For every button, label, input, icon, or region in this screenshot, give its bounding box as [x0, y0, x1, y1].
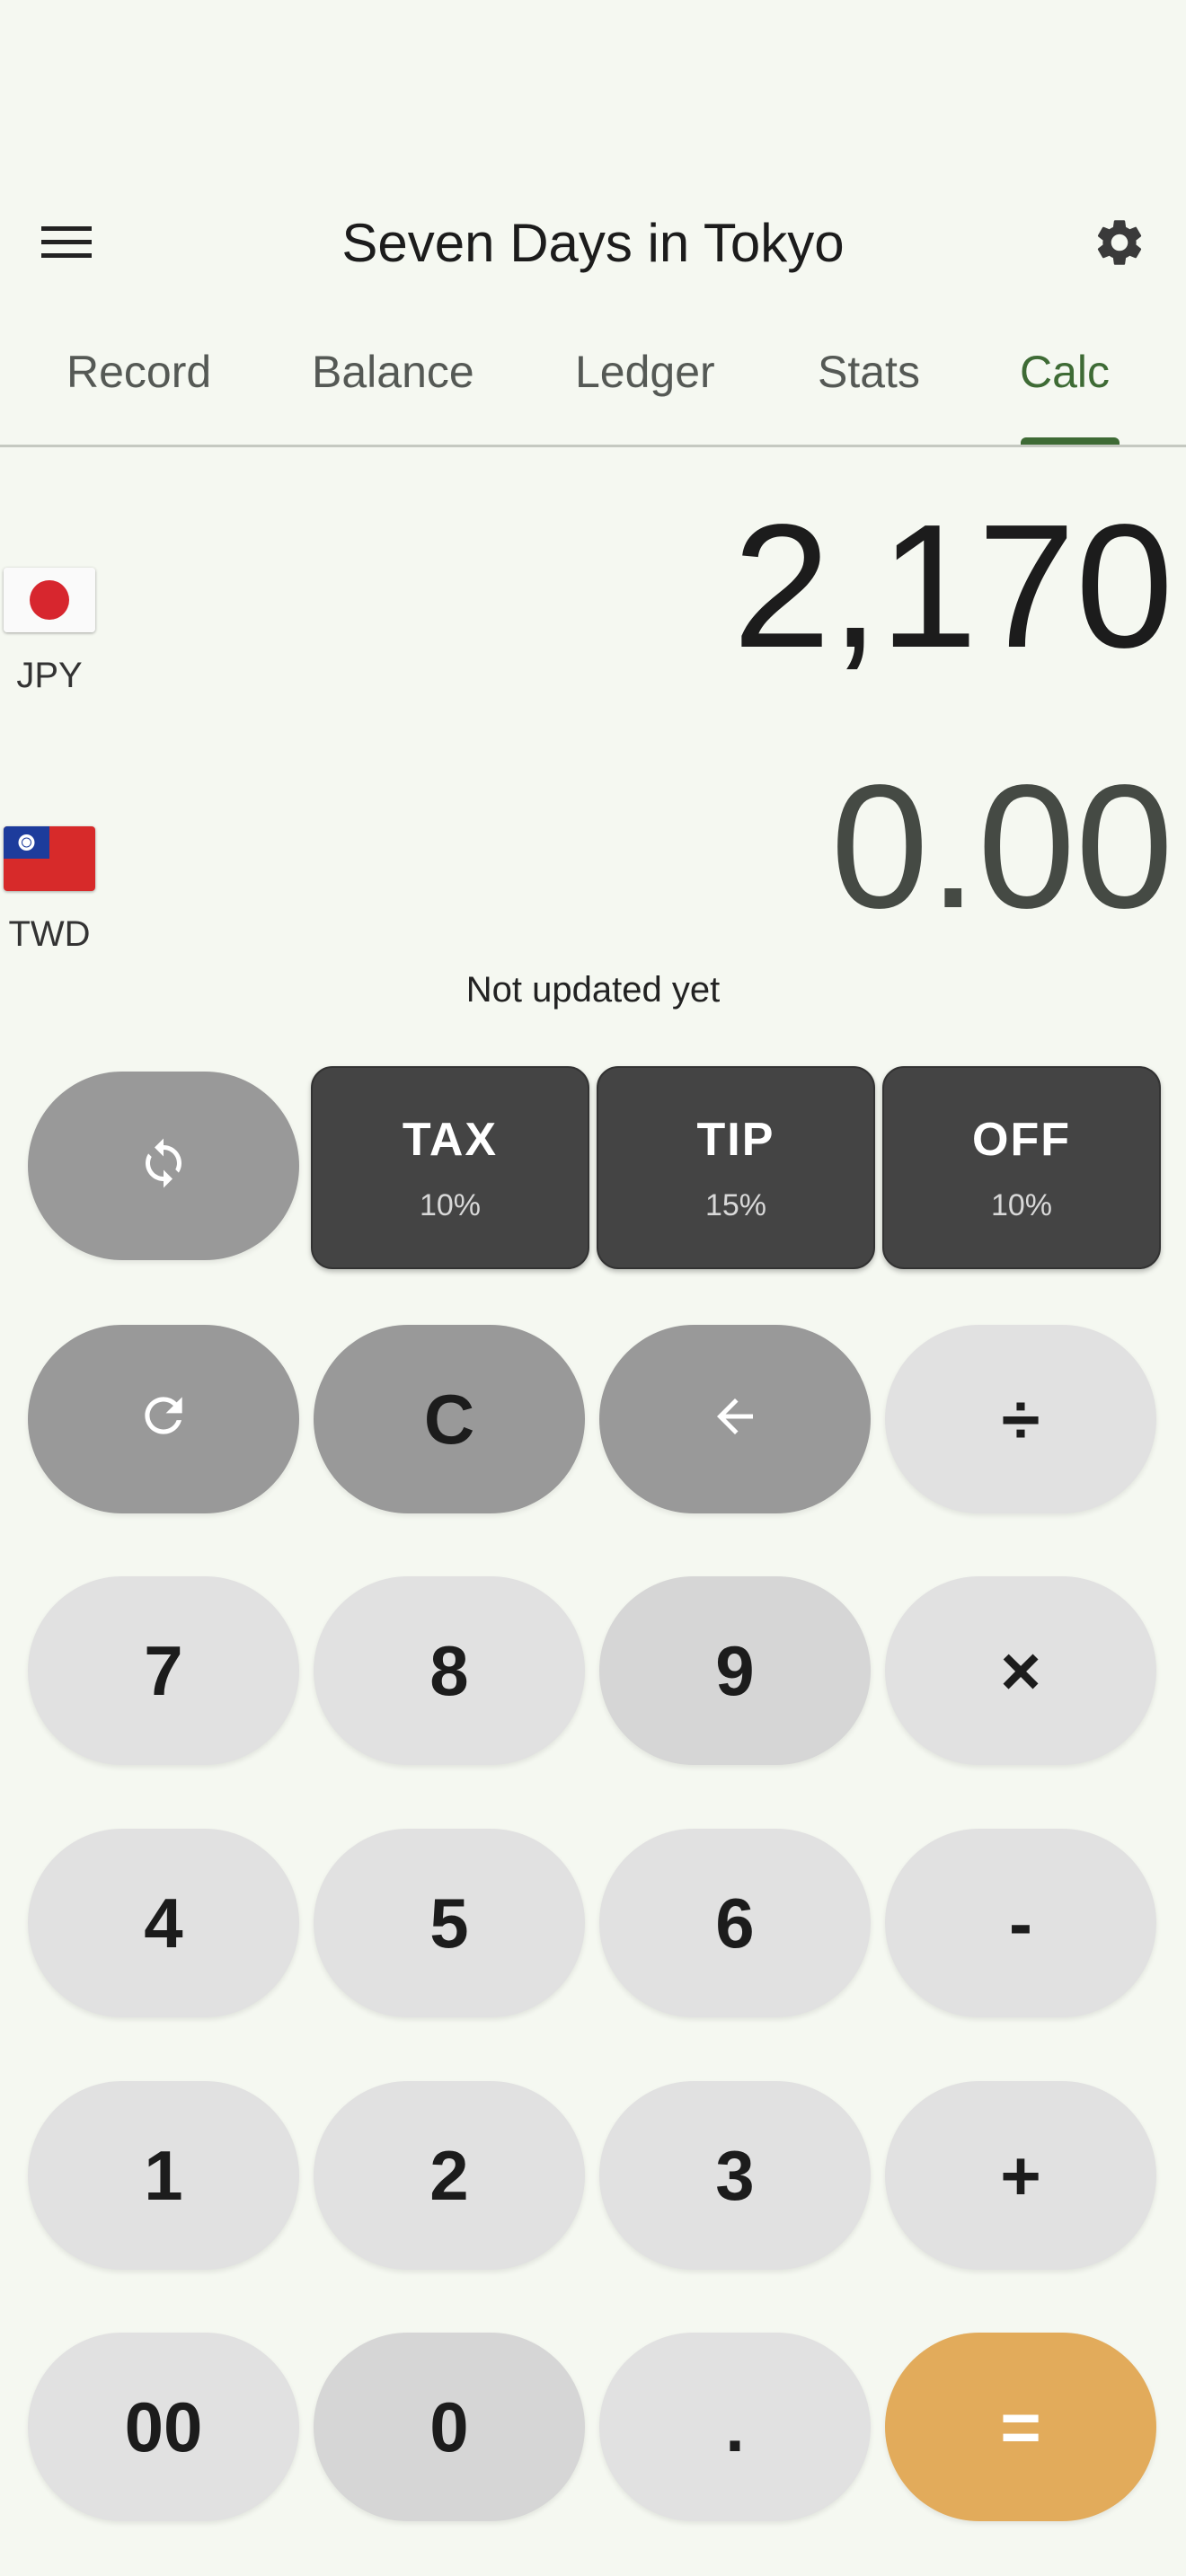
swap-currency-button[interactable]	[28, 1072, 299, 1260]
source-amount-display: 2,170	[732, 488, 1173, 684]
discount-preset-percent: 10%	[990, 1188, 1053, 1222]
tab-bar: Record Balance Ledger Stats Calc	[0, 310, 1186, 447]
target-currency-row: TWD 0.00	[0, 745, 1186, 970]
tab-stats[interactable]: Stats	[818, 346, 920, 398]
taiwan-flag-icon[interactable]	[4, 826, 95, 891]
plus-button[interactable]: +	[885, 2081, 1156, 2270]
tip-preset-label: TIP	[696, 1114, 775, 1166]
digit-6-button[interactable]: 6	[599, 1829, 871, 2017]
digit-4-button[interactable]: 4	[28, 1829, 299, 2017]
multiply-button[interactable]: ×	[885, 1576, 1156, 1765]
tab-calc[interactable]: Calc	[1020, 346, 1110, 398]
tab-balance[interactable]: Balance	[312, 346, 474, 398]
gear-icon	[1092, 215, 1147, 270]
decimal-point-button[interactable]: .	[599, 2333, 871, 2521]
divide-button[interactable]: ÷	[885, 1325, 1156, 1513]
swap-icon	[137, 1125, 190, 1207]
active-tab-indicator	[1021, 437, 1120, 445]
rate-status-text: Not updated yet	[465, 970, 721, 1010]
digit-9-button[interactable]: 9	[599, 1576, 871, 1765]
japan-flag-icon[interactable]	[4, 568, 95, 632]
digit-7-button[interactable]: 7	[28, 1576, 299, 1765]
digit-0-button[interactable]: 0	[314, 2333, 585, 2521]
menu-button[interactable]	[31, 207, 102, 278]
discount-preset-label: OFF	[972, 1114, 1071, 1166]
refresh-icon	[136, 1379, 191, 1460]
digit-2-button[interactable]: 2	[314, 2081, 585, 2270]
menu-icon	[41, 225, 92, 260]
digit-3-button[interactable]: 3	[599, 2081, 871, 2270]
tip-preset-button[interactable]: TIP 15%	[597, 1066, 875, 1269]
app-bar: Seven Days in Tokyo	[0, 180, 1186, 305]
digit-5-button[interactable]: 5	[314, 1829, 585, 2017]
tab-ledger[interactable]: Ledger	[575, 346, 715, 398]
discount-preset-button[interactable]: OFF 10%	[882, 1066, 1161, 1269]
tax-preset-label: TAX	[402, 1114, 499, 1166]
tax-preset-button[interactable]: TAX 10%	[311, 1066, 589, 1269]
digit-1-button[interactable]: 1	[28, 2081, 299, 2270]
tip-preset-percent: 15%	[704, 1188, 767, 1222]
tab-record[interactable]: Record	[66, 346, 211, 398]
minus-button[interactable]: -	[885, 1829, 1156, 2017]
clear-button[interactable]: C	[314, 1325, 585, 1513]
source-currency-code: JPY	[16, 656, 83, 695]
backspace-button[interactable]	[599, 1325, 871, 1513]
target-amount-display: 0.00	[830, 748, 1173, 945]
target-currency-code: TWD	[8, 914, 91, 954]
settings-button[interactable]	[1084, 207, 1155, 278]
refresh-rate-button[interactable]	[28, 1325, 299, 1513]
equals-button[interactable]: =	[885, 2333, 1156, 2521]
page-title: Seven Days in Tokyo	[341, 213, 845, 273]
double-zero-button[interactable]: 00	[28, 2333, 299, 2521]
digit-8-button[interactable]: 8	[314, 1576, 585, 1765]
tax-preset-percent: 10%	[419, 1188, 482, 1222]
arrow-left-icon	[708, 1379, 762, 1460]
source-currency-row: JPY 2,170	[0, 485, 1186, 710]
